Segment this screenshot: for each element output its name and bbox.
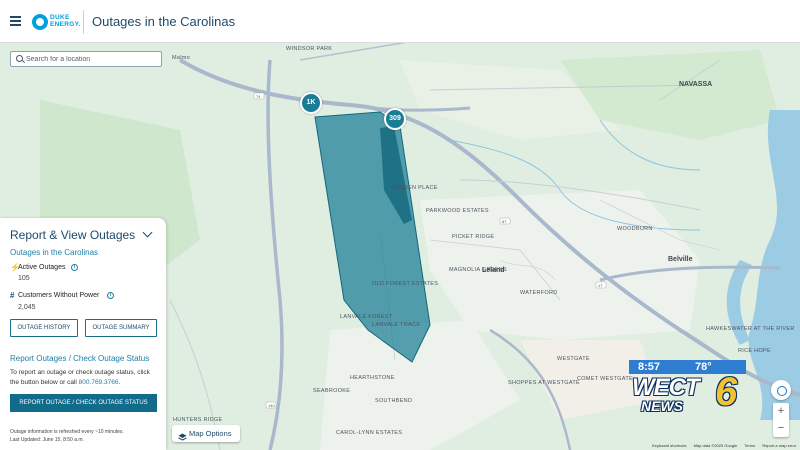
map-place-label: NAVASSA	[679, 81, 712, 88]
search-icon	[16, 55, 23, 62]
last-updated: Last Updated: June 15, 8:50 a.m.	[10, 437, 84, 443]
tv-station-overlay: 8:57 78° WECT NEWS 6	[629, 360, 746, 414]
map-options-label: Map Options	[189, 429, 232, 438]
top-bar: DUKE ENERGY. Outages in the Carolinas	[0, 0, 800, 43]
zoom-out-button[interactable]: −	[773, 420, 789, 437]
keyboard-shortcuts-link[interactable]: Keyboard shortcuts	[652, 443, 686, 448]
overlay-time: 8:57	[638, 361, 661, 373]
map-attribution: Keyboard shortcuts Map data ©2025 Google…	[652, 443, 800, 448]
svg-text:74: 74	[256, 94, 261, 99]
info-icon[interactable]: i	[107, 292, 114, 299]
map-place-label: COMET WESTGATE	[577, 376, 633, 382]
logo-mark-icon	[32, 14, 48, 30]
map-place-label: HUNTERS RIDGE	[173, 417, 222, 423]
zoom-in-button[interactable]: +	[773, 403, 789, 420]
search-bar[interactable]	[10, 51, 162, 67]
svg-text:140: 140	[268, 403, 275, 408]
map-label: WINDSOR PARK	[286, 46, 332, 52]
outage-cluster-309[interactable]: 309	[384, 108, 406, 130]
map-place-label: SOUTHBEND	[375, 398, 412, 404]
map-place-label: OLD FOREST ESTATES	[372, 281, 438, 287]
map-place-label: PICKET RIDGE	[452, 234, 494, 240]
panel-title: Report & View Outages	[10, 228, 136, 242]
chevron-down-icon[interactable]	[142, 227, 153, 238]
outage-cluster-1k[interactable]: 1K	[300, 92, 322, 114]
duke-energy-logo[interactable]: DUKE ENERGY.	[32, 12, 82, 34]
svg-text:17: 17	[598, 283, 603, 288]
station-news: NEWS	[641, 398, 683, 414]
logo-text: DUKE ENERGY.	[50, 14, 81, 28]
zoom-control[interactable]: + −	[773, 403, 789, 437]
station-channel: 6	[715, 370, 738, 414]
outage-history-button[interactable]: OUTAGE HISTORY	[10, 319, 78, 337]
map-place-label: SHOPPES AT WESTGATE	[508, 380, 580, 386]
map-place-label: SEABROOKE	[313, 388, 350, 394]
map-place-label: LANVALE FOREST	[340, 314, 393, 320]
refresh-text: Outage information is refreshed every ~1…	[10, 429, 124, 435]
station-logo: WECT NEWS 6	[629, 370, 746, 414]
active-outages-value: 105	[18, 275, 30, 282]
page-title: Outages in the Carolinas	[92, 14, 236, 29]
map-place-label: HEARTHSTONE	[350, 375, 395, 381]
report-map-error-link[interactable]: Report a map error	[762, 443, 796, 448]
map-place-label: Leland	[482, 267, 505, 274]
active-outages-label: Active Outages	[18, 264, 66, 271]
header-divider	[83, 10, 84, 34]
customers-without-power-label: Customers Without Power	[18, 292, 100, 299]
terms-link[interactable]: Terms	[744, 443, 755, 448]
refresh-note: Outage information is refreshed every ~1…	[10, 428, 160, 444]
overlay-temperature: 78°	[695, 361, 712, 373]
map-place-label: HAWKESWATER AT THE RIVER	[706, 326, 795, 332]
map-place-label: LANVALE TRACE	[372, 322, 420, 328]
map-place-label: Malmo	[172, 55, 190, 61]
layers-icon	[178, 429, 187, 441]
map-place-label: WOODBURN	[617, 226, 653, 232]
map-place-label: Belville	[668, 256, 693, 263]
map-place-label: WATERFORD	[520, 290, 558, 296]
outage-summary-button[interactable]: OUTAGE SUMMARY	[85, 319, 157, 337]
phone-link[interactable]: 800.769.3766	[79, 379, 119, 386]
panel-subtitle: Outages in the Carolinas	[10, 248, 99, 257]
my-location-icon[interactable]	[771, 380, 791, 400]
info-icon[interactable]: i	[71, 264, 78, 271]
outage-panel: Report & View Outages Outages in the Car…	[0, 218, 166, 450]
map-place-label: CAROL-LYNN ESTATES	[336, 430, 402, 436]
menu-icon[interactable]	[10, 16, 21, 26]
map-data-text: Map data ©2025 Google	[693, 443, 738, 448]
customers-without-power-value: 2,045	[18, 304, 36, 311]
svg-text:87: 87	[502, 219, 507, 224]
hash-icon: #	[10, 291, 15, 300]
report-outage-button[interactable]: REPORT OUTAGE / CHECK OUTAGE STATUS	[10, 394, 157, 412]
search-input[interactable]	[26, 53, 156, 65]
report-instructions: To report an outage or check outage stat…	[10, 369, 150, 386]
map-place-label: WESTGATE	[557, 356, 590, 362]
map-place-label: PARKWOOD ESTATES	[426, 208, 489, 214]
map-options-button[interactable]: Map Options	[172, 425, 240, 442]
map-place-label: GARDEN PLACE	[391, 185, 438, 191]
report-outages-link[interactable]: Report Outages / Check Outage Status	[10, 354, 149, 363]
map-place-label: RICE HOPE	[738, 348, 771, 354]
